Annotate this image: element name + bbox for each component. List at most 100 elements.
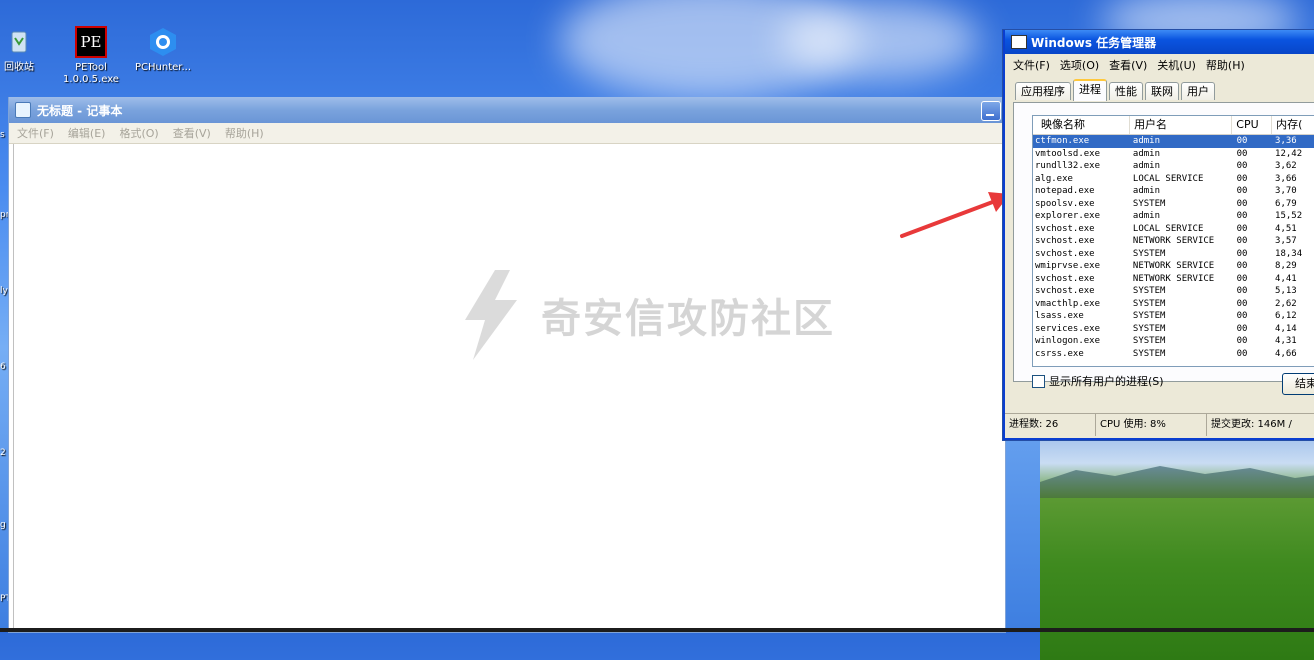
process-cpu: 00	[1236, 298, 1248, 309]
process-row[interactable]: svchost.exe NETWORK SERVICE 00 3,57	[1033, 235, 1314, 248]
process-rows: ctfmon.exe admin 00 3,36 vmtoolsd.exe admin 00…	[1033, 135, 1314, 360]
process-row[interactable]: svchost.exe SYSTEM 00 5,13	[1033, 285, 1314, 298]
watermark-logo-icon	[465, 270, 517, 360]
process-cpu: 00	[1236, 286, 1248, 296]
process-image-name: alg.exe	[1035, 173, 1073, 184]
process-row[interactable]: svchost.exe NETWORK SERVICE 00 4,41	[1033, 273, 1314, 286]
column-memory[interactable]: 内存(	[1272, 116, 1314, 134]
menu-shutdown[interactable]: 关机(U)	[1157, 57, 1196, 73]
process-row[interactable]: vmacthlp.exe SYSTEM 00 2,62	[1033, 298, 1314, 311]
process-row[interactable]: explorer.exe admin 00 15,52	[1033, 210, 1314, 223]
process-row[interactable]: csrss.exe SYSTEM 00 4,66	[1033, 348, 1314, 361]
process-list[interactable]: 映像名称 用户名 CPU 内存( ctfmon.exe admin 00 3,36 vm…	[1032, 115, 1314, 367]
process-row[interactable]: wmiprvse.exe NETWORK SERVICE 00 8,29	[1033, 260, 1314, 273]
menu-view[interactable]: 查看(V)	[1109, 57, 1147, 73]
process-list-header: 映像名称 用户名 CPU 内存(	[1033, 116, 1314, 135]
process-cpu: 00	[1236, 273, 1248, 284]
process-image-name: svchost.exe	[1035, 223, 1095, 234]
task-manager-window[interactable]: Windows 任务管理器 文件(F) 选项(O) 查看(V) 关机(U) 帮助…	[1003, 30, 1314, 440]
task-manager-title: Windows 任务管理器	[1031, 35, 1157, 50]
menu-help[interactable]: 帮助(H)	[225, 125, 264, 141]
menu-options[interactable]: 选项(O)	[1060, 57, 1099, 73]
process-memory: 4,31	[1275, 336, 1297, 346]
tab-processes[interactable]: 进程	[1073, 79, 1107, 101]
status-cpu-usage: CPU 使用: 8%	[1096, 414, 1207, 436]
end-process-button[interactable]: 结束	[1282, 373, 1314, 395]
process-row[interactable]: services.exe SYSTEM 00 4,14	[1033, 323, 1314, 336]
desktop-icon-label: PETool 1.0.0.5.exe	[63, 62, 119, 85]
desktop-icon-recycle-bin[interactable]: 回收站	[0, 26, 54, 74]
process-row[interactable]: winlogon.exe SYSTEM 00 4,31	[1033, 335, 1314, 348]
process-image-name: svchost.exe	[1035, 236, 1095, 246]
column-image-name[interactable]: 映像名称	[1033, 116, 1131, 134]
status-bar: 进程数: 26 CPU 使用: 8% 提交更改: 146M /	[1005, 413, 1314, 436]
notepad-window[interactable]: 无标题 - 记事本 文件(F) 编辑(E) 格式(O) 查看(V) 帮助(H)	[8, 97, 1006, 633]
process-row[interactable]: vmtoolsd.exe admin 00 12,42	[1033, 148, 1314, 161]
tab-users[interactable]: 用户	[1181, 82, 1215, 100]
task-manager-title-bar[interactable]: Windows 任务管理器	[1005, 30, 1314, 54]
process-user: admin	[1132, 161, 1161, 171]
process-row[interactable]: lsass.exe SYSTEM 00 6,12	[1033, 310, 1314, 323]
tab-applications[interactable]: 应用程序	[1015, 82, 1071, 100]
recycle-bin-icon	[3, 26, 35, 58]
process-row[interactable]: svchost.exe SYSTEM 00 18,34	[1033, 248, 1314, 261]
process-image-name: notepad.exe	[1035, 186, 1095, 196]
process-cpu: 00	[1236, 236, 1248, 246]
process-user: admin	[1132, 186, 1161, 196]
desktop-icon-pchunter[interactable]: PCHunter...	[128, 26, 198, 74]
process-user: admin	[1132, 211, 1161, 221]
process-row[interactable]: notepad.exe admin 00 3,70	[1033, 185, 1314, 198]
tab-networking[interactable]: 联网	[1145, 82, 1179, 100]
notepad-title: 无标题 - 记事本	[37, 103, 123, 118]
process-cpu: 00	[1236, 248, 1248, 259]
process-cpu: 00	[1236, 173, 1248, 184]
process-row[interactable]: rundll32.exe admin 00 3,62	[1033, 160, 1314, 173]
process-image-name: svchost.exe	[1035, 248, 1095, 259]
tab-performance[interactable]: 性能	[1109, 82, 1143, 100]
pchunter-icon	[147, 26, 179, 58]
process-memory: 2,62	[1275, 298, 1297, 309]
process-memory: 4,14	[1275, 323, 1297, 334]
process-user: SYSTEM	[1132, 198, 1166, 209]
process-row[interactable]: alg.exe LOCAL SERVICE 00 3,66	[1033, 173, 1314, 186]
column-user-name[interactable]: 用户名	[1130, 116, 1233, 134]
minimize-button[interactable]	[981, 101, 1001, 121]
notepad-text-area[interactable]	[13, 144, 1005, 632]
watermark: 奇安信攻防社区	[455, 270, 835, 360]
process-row[interactable]: ctfmon.exe admin 00 3,36	[1033, 135, 1314, 148]
process-user: NETWORK SERVICE	[1132, 261, 1215, 271]
menu-edit[interactable]: 编辑(E)	[68, 125, 106, 141]
process-row[interactable]: spoolsv.exe SYSTEM 00 6,79	[1033, 198, 1314, 211]
menu-format[interactable]: 格式(O)	[119, 125, 158, 141]
menu-file[interactable]: 文件(F)	[1013, 57, 1050, 73]
process-memory: 12,42	[1275, 148, 1303, 159]
checkbox-box[interactable]	[1032, 374, 1045, 388]
process-cpu: 00	[1236, 198, 1248, 209]
notepad-title-bar[interactable]: 无标题 - 记事本	[9, 97, 1005, 123]
status-commit-charge: 提交更改: 146M /	[1211, 419, 1292, 430]
process-image-name: spoolsv.exe	[1035, 198, 1095, 209]
process-row[interactable]: svchost.exe LOCAL SERVICE 00 4,51	[1033, 223, 1314, 236]
process-image-name: wmiprvse.exe	[1035, 261, 1101, 271]
process-user: NETWORK SERVICE	[1132, 236, 1215, 246]
column-cpu[interactable]: CPU	[1232, 116, 1273, 134]
show-all-users-label: 显示所有用户的进程(S)	[1049, 375, 1164, 388]
processes-panel: 映像名称 用户名 CPU 内存( ctfmon.exe admin 00 3,36 vm…	[1013, 102, 1314, 395]
menu-view[interactable]: 查看(V)	[173, 125, 211, 141]
process-image-name: ctfmon.exe	[1035, 136, 1090, 146]
process-cpu: 00	[1236, 148, 1248, 159]
process-user: SYSTEM	[1132, 311, 1166, 321]
process-memory: 3,66	[1275, 173, 1297, 184]
process-image-name: svchost.exe	[1035, 286, 1095, 296]
notepad-menu-bar: 文件(F) 编辑(E) 格式(O) 查看(V) 帮助(H)	[9, 123, 1005, 144]
process-memory: 4,41	[1275, 273, 1297, 284]
process-image-name: rundll32.exe	[1035, 161, 1101, 171]
bottom-edge	[0, 628, 1314, 632]
red-arrow-annotation	[900, 192, 1010, 238]
show-all-users-checkbox[interactable]: 显示所有用户的进程(S)	[1032, 373, 1164, 389]
menu-file[interactable]: 文件(F)	[17, 125, 54, 141]
menu-help[interactable]: 帮助(H)	[1206, 57, 1245, 73]
process-cpu: 00	[1236, 211, 1248, 221]
desktop-icon-petool[interactable]: PE PETool 1.0.0.5.exe	[56, 26, 126, 86]
process-memory: 15,52	[1275, 211, 1303, 221]
